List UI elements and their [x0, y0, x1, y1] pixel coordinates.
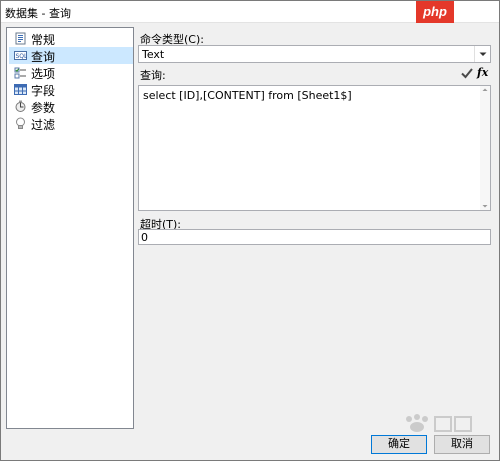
tree-item-options[interactable]: 选项 — [9, 64, 133, 81]
cancel-button[interactable]: 取消 — [434, 435, 490, 454]
query-scrollbar[interactable] — [480, 86, 490, 210]
timeout-input[interactable]: 0 — [138, 229, 491, 245]
fields-icon — [14, 83, 27, 96]
tree-item-label: 参数 — [31, 101, 56, 115]
fx-icon[interactable]: fx — [477, 66, 491, 80]
watermark-text: php — [423, 4, 447, 19]
tree-item-fields[interactable]: 字段 — [9, 81, 133, 98]
baidu-watermark — [399, 409, 479, 437]
query-textarea[interactable]: select [ID],[CONTENT] from [Sheet1$] — [138, 85, 491, 211]
checkmark-icon[interactable] — [460, 66, 474, 80]
tree-item-filter[interactable]: 过滤 — [9, 115, 133, 132]
close-button[interactable] — [469, 1, 499, 23]
category-tree: 常规 SQL 查询 选项 字段 参数 过滤 — [6, 27, 134, 429]
filter-icon — [14, 117, 27, 130]
tree-item-general[interactable]: 常规 — [9, 30, 133, 47]
tree-item-label: 查询 — [31, 50, 56, 64]
title-bar: 数据集 - 查询 php — [1, 1, 499, 23]
command-type-select[interactable]: Text — [138, 45, 491, 63]
options-icon — [14, 66, 27, 79]
general-icon — [14, 32, 27, 45]
php-watermark-logo: php — [416, 1, 454, 23]
query-header: 查询: fx — [138, 66, 491, 82]
tree-item-parameters[interactable]: 参数 — [9, 98, 133, 115]
timeout-value: 0 — [141, 231, 148, 244]
tree-item-label: 常规 — [31, 33, 56, 47]
query-label: 查询: — [140, 69, 166, 82]
tree-item-label: 过滤 — [31, 118, 56, 132]
dialog-window: 数据集 - 查询 php 常规 SQL 查询 选项 字段 参数 过滤 命令类型(… — [0, 0, 500, 461]
query-text: select [ID],[CONTENT] from [Sheet1$] — [143, 89, 352, 102]
command-type-value: Text — [142, 48, 165, 61]
tree-item-query[interactable]: SQL 查询 — [9, 47, 133, 64]
tree-item-label: 选项 — [31, 67, 56, 81]
query-icon: SQL — [14, 49, 28, 62]
window-title: 数据集 - 查询 — [5, 7, 71, 20]
chevron-down-icon[interactable] — [474, 46, 490, 62]
svg-text:SQL: SQL — [16, 53, 28, 60]
tree-item-label: 字段 — [31, 84, 56, 98]
parameters-icon — [14, 100, 27, 113]
ok-button[interactable]: 确定 — [371, 435, 427, 454]
